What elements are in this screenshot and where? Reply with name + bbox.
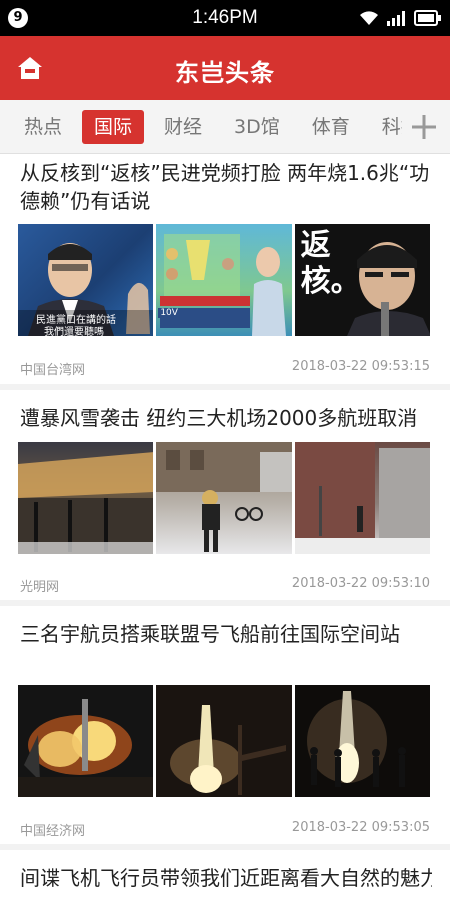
news-title: 遭暴风雪袭击 纽约三大机场2000多航班取消 <box>20 406 418 430</box>
news-thumbnails <box>18 685 430 797</box>
news-meta: 中国台湾网 2018-03-22 09:53:15 <box>20 359 430 378</box>
news-thumbnail <box>156 442 292 554</box>
news-thumbnail: 返核。 <box>294 224 430 336</box>
news-thumbnail <box>294 442 430 554</box>
news-source: 光明网 <box>20 580 60 595</box>
tab-finance[interactable]: 财经 <box>152 110 214 144</box>
news-thumbnail: 10V <box>156 224 292 336</box>
app-title: 东岂头条 <box>175 59 275 87</box>
news-title: 三名宇航员搭乘联盟号飞船前往国际空间站 <box>20 622 400 646</box>
news-card[interactable]: 间谍飞机飞行员带领我们近距离看大自然的魅力 <box>0 850 450 900</box>
news-card[interactable]: 从反核到“返核”民进党频打脸 两年烧1.6兆“功德赖”仍有话说 民進黨口在講的話… <box>0 154 450 384</box>
tabs-row: 热点 国际 财经 3D馆 体育 科技 <box>12 100 402 154</box>
news-time: 2018-03-22 09:53:15 <box>291 359 430 374</box>
add-tab-button[interactable] <box>406 109 442 145</box>
news-source: 中国经济网 <box>20 824 86 839</box>
tab-sports[interactable]: 体育 <box>300 110 362 144</box>
battery-icon <box>414 10 441 26</box>
signal-icon <box>387 11 405 26</box>
news-thumbnail <box>18 685 154 797</box>
news-card[interactable]: 遭暴风雪袭击 纽约三大机场2000多航班取消 光明网 2018-03-22 09… <box>0 390 450 600</box>
tab-hot[interactable]: 热点 <box>12 110 74 144</box>
news-thumbnail <box>18 442 154 554</box>
thumbnail-caption: 返核。 <box>300 228 361 299</box>
tab-tech[interactable]: 科技 <box>370 110 402 144</box>
news-thumbnails: 民進黨口在講的話 我們還要聽嗎 10V 返核。 <box>18 224 430 336</box>
tab-international[interactable]: 国际 <box>82 110 145 144</box>
category-tabs: 热点 国际 财经 3D馆 体育 科技 <box>0 100 450 154</box>
status-bar: 9 1:46PM <box>0 0 450 36</box>
news-source: 中国台湾网 <box>20 363 86 378</box>
news-thumbnail <box>294 685 430 797</box>
news-card[interactable]: 三名宇航员搭乘联盟号飞船前往国际空间站 中国经济网 2018-03-22 09:… <box>0 606 450 844</box>
thumbnail-caption: 我們還要聽嗎 <box>44 327 104 336</box>
app-header: 东岂头条 <box>0 36 450 100</box>
news-time: 2018-03-22 09:53:05 <box>291 820 430 835</box>
news-title: 间谍飞机飞行员带领我们近距离看大自然的魅力 <box>20 866 432 890</box>
news-meta: 中国经济网 2018-03-22 09:53:05 <box>20 820 430 839</box>
status-icons <box>358 6 442 30</box>
news-meta: 光明网 2018-03-22 09:53:10 <box>20 576 430 595</box>
news-thumbnail <box>156 685 292 797</box>
news-time: 2018-03-22 09:53:10 <box>291 576 430 591</box>
news-thumbnails <box>18 442 430 554</box>
wifi-icon <box>360 11 378 25</box>
plus-icon <box>412 115 436 139</box>
news-title: 从反核到“返核”民进党频打脸 两年烧1.6兆“功德赖”仍有话说 <box>20 161 430 213</box>
tab-3d[interactable]: 3D馆 <box>222 110 292 144</box>
thumbnail-caption: 10V <box>158 308 180 318</box>
news-feed: 从反核到“返核”民进党频打脸 两年烧1.6兆“功德赖”仍有话说 民進黨口在講的話… <box>0 154 450 900</box>
news-thumbnail: 民進黨口在講的話 我們還要聽嗎 <box>18 224 154 336</box>
